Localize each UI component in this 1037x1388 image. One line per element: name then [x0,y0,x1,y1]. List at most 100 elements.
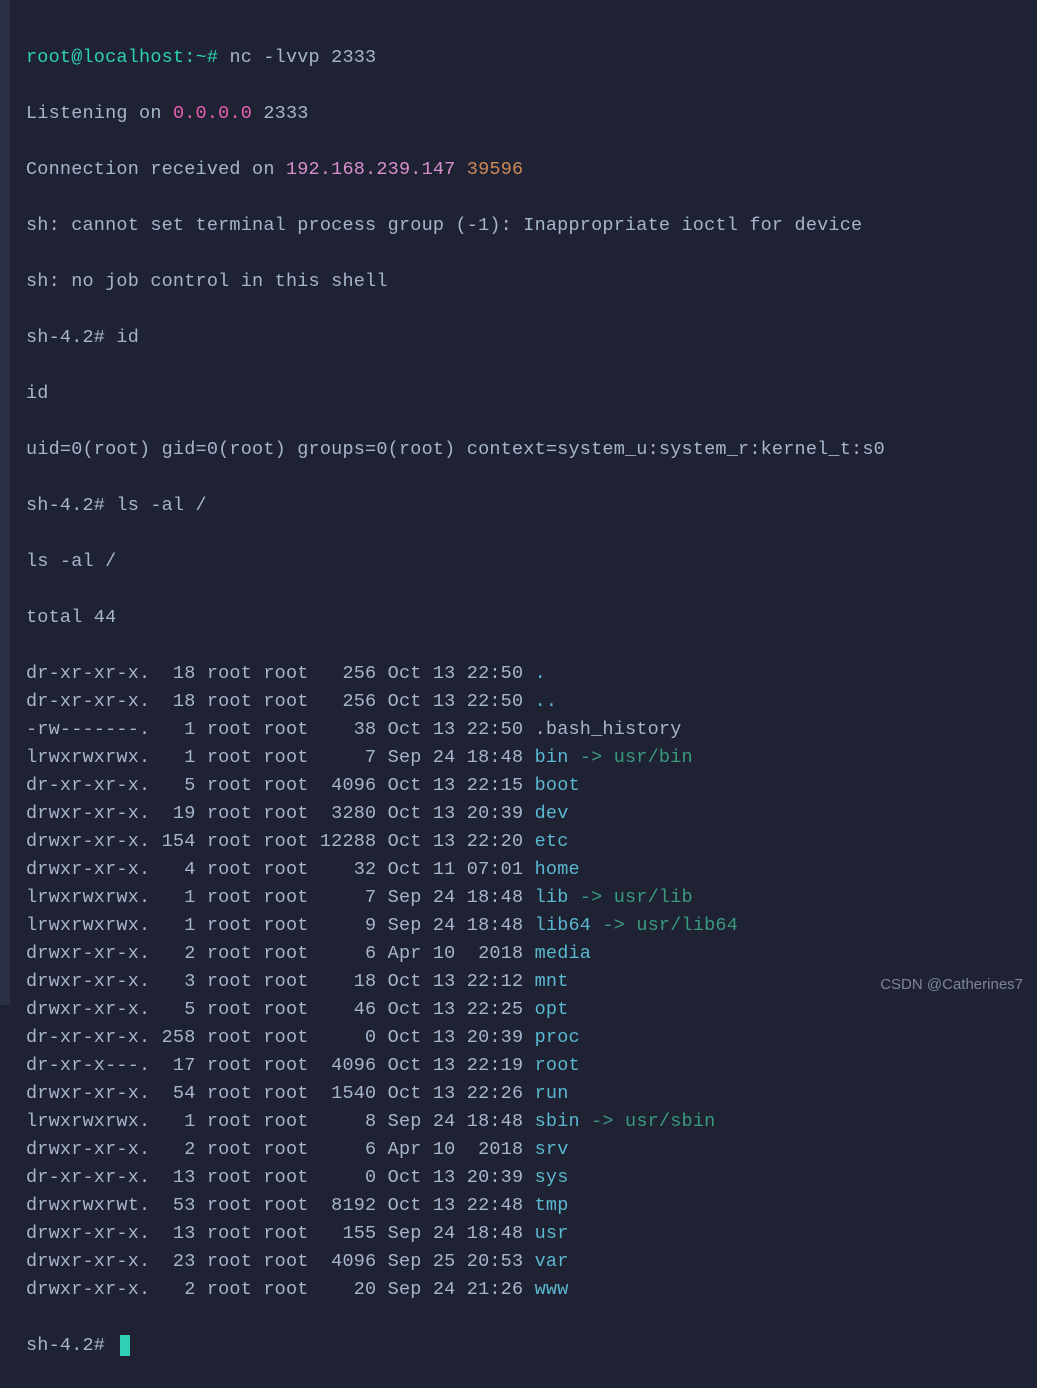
command-text: id [116,327,139,348]
ls-row: dr-xr-xr-x. 18 root root 256 Oct 13 22:5… [26,660,885,688]
ls-meta: drwxr-xr-x. 4 root root 32 Oct 11 07:01 [26,859,535,880]
ls-filename: home [535,859,580,880]
space [455,159,466,180]
ls-row: drwxr-xr-x. 13 root root 155 Sep 24 18:4… [26,1220,885,1248]
ls-meta: drwxr-xr-x. 23 root root 4096 Sep 25 20:… [26,1251,535,1272]
ls-row: dr-xr-xr-x. 13 root root 0 Oct 13 20:39 … [26,1164,885,1192]
shell-prompt: root@localhost:~# [26,47,229,68]
sh-error-line: sh: cannot set terminal process group (-… [26,212,885,240]
sh-error-line: sh: no job control in this shell [26,268,885,296]
symlink-target: -> usr/bin [569,747,693,768]
ls-meta: drwxr-xr-x. 3 root root 18 Oct 13 22:12 [26,971,535,992]
ls-filename: .. [535,691,558,712]
prompt-line: root@localhost:~# nc -lvvp 2333 [26,44,885,72]
symlink-target: -> usr/lib64 [591,915,738,936]
ls-filename: .bash_history [535,719,682,740]
watermark: CSDN @Catherines7 [880,971,1023,999]
ls-filename: opt [535,999,569,1020]
ls-filename: srv [535,1139,569,1160]
ls-meta: dr-xr-xr-x. 258 root root 0 Oct 13 20:39 [26,1027,535,1048]
echo-line: id [26,380,885,408]
ls-row: drwxr-xr-x. 2 root root 6 Apr 10 2018 me… [26,940,885,968]
ls-filename: usr [535,1223,569,1244]
ls-row: drwxr-xr-x. 5 root root 46 Oct 13 22:25 … [26,996,885,1024]
ls-filename: www [535,1279,569,1300]
ls-row: drwxr-xr-x. 2 root root 20 Sep 24 21:26 … [26,1276,885,1304]
ls-meta: drwxr-xr-x. 54 root root 1540 Oct 13 22:… [26,1083,535,1104]
ls-meta: -rw-------. 1 root root 38 Oct 13 22:50 [26,719,535,740]
listen-ip: 0.0.0.0 [173,103,252,124]
terminal-output[interactable]: root@localhost:~# nc -lvvp 2333 Listenin… [26,16,885,1388]
ls-meta: drwxrwxrwt. 53 root root 8192 Oct 13 22:… [26,1195,535,1216]
ls-meta: dr-xr-xr-x. 13 root root 0 Oct 13 20:39 [26,1167,535,1188]
ls-row: lrwxrwxrwx. 1 root root 8 Sep 24 18:48 s… [26,1108,885,1136]
ls-meta: lrwxrwxrwx. 1 root root 7 Sep 24 18:48 [26,747,535,768]
ls-row: drwxr-xr-x. 4 root root 32 Oct 11 07:01 … [26,856,885,884]
ls-row: drwxr-xr-x. 2 root root 6 Apr 10 2018 sr… [26,1136,885,1164]
ls-filename: bin [535,747,569,768]
ls-filename: tmp [535,1195,569,1216]
command-text: ls -al / [116,495,206,516]
ls-filename: var [535,1251,569,1272]
ls-meta: drwxr-xr-x. 154 root root 12288 Oct 13 2… [26,831,535,852]
id-output: uid=0(root) gid=0(root) groups=0(root) c… [26,436,885,464]
ls-filename: . [535,663,546,684]
cursor [120,1335,130,1356]
sh-prompt: sh-4.2# [26,1335,116,1356]
ls-meta: lrwxrwxrwx. 1 root root 7 Sep 24 18:48 [26,887,535,908]
ls-row: dr-xr-xr-x. 5 root root 4096 Oct 13 22:1… [26,772,885,800]
ls-row: dr-xr-xr-x. 258 root root 0 Oct 13 20:39… [26,1024,885,1052]
listening-line: Listening on 0.0.0.0 2333 [26,100,885,128]
text: Connection received on [26,159,286,180]
ls-row: drwxrwxrwt. 53 root root 8192 Oct 13 22:… [26,1192,885,1220]
ls-meta: drwxr-xr-x. 2 root root 6 Apr 10 2018 [26,1139,535,1160]
ls-meta: lrwxrwxrwx. 1 root root 9 Sep 24 18:48 [26,915,535,936]
ls-filename: lib [535,887,569,908]
ls-meta: dr-xr-xr-x. 5 root root 4096 Oct 13 22:1… [26,775,535,796]
ls-meta: drwxr-xr-x. 2 root root 6 Apr 10 2018 [26,943,535,964]
remote-port: 39596 [467,159,524,180]
command-text: nc -lvvp 2333 [229,47,376,68]
ls-filename: boot [535,775,580,796]
listen-port: 2333 [252,103,309,124]
ls-filename: etc [535,831,569,852]
text: Listening on [26,103,173,124]
connection-line: Connection received on 192.168.239.147 3… [26,156,885,184]
ls-listing: dr-xr-xr-x. 18 root root 256 Oct 13 22:5… [26,660,885,1304]
ls-meta: drwxr-xr-x. 2 root root 20 Sep 24 21:26 [26,1279,535,1300]
ls-filename: sys [535,1167,569,1188]
total-line: total 44 [26,604,885,632]
ls-filename: media [535,943,592,964]
prompt-line: sh-4.2# id [26,324,885,352]
symlink-target: -> usr/lib [569,887,693,908]
ls-filename: lib64 [535,915,592,936]
sh-prompt: sh-4.2# [26,495,116,516]
ls-meta: lrwxrwxrwx. 1 root root 8 Sep 24 18:48 [26,1111,535,1132]
ls-row: drwxr-xr-x. 19 root root 3280 Oct 13 20:… [26,800,885,828]
ls-row: lrwxrwxrwx. 1 root root 7 Sep 24 18:48 l… [26,884,885,912]
ls-meta: drwxr-xr-x. 13 root root 155 Sep 24 18:4… [26,1223,535,1244]
ls-row: drwxr-xr-x. 54 root root 1540 Oct 13 22:… [26,1080,885,1108]
sh-prompt: sh-4.2# [26,327,116,348]
ls-row: drwxr-xr-x. 23 root root 4096 Sep 25 20:… [26,1248,885,1276]
echo-line: ls -al / [26,548,885,576]
editor-gutter [0,0,10,1005]
symlink-target: -> usr/sbin [580,1111,716,1132]
remote-ip: 192.168.239.147 [286,159,456,180]
ls-row: drwxr-xr-x. 154 root root 12288 Oct 13 2… [26,828,885,856]
ls-filename: dev [535,803,569,824]
ls-meta: dr-xr-xr-x. 18 root root 256 Oct 13 22:5… [26,663,535,684]
ls-filename: proc [535,1027,580,1048]
ls-row: -rw-------. 1 root root 38 Oct 13 22:50 … [26,716,885,744]
prompt-line: sh-4.2# [26,1332,885,1360]
ls-row: lrwxrwxrwx. 1 root root 7 Sep 24 18:48 b… [26,744,885,772]
ls-meta: dr-xr-xr-x. 18 root root 256 Oct 13 22:5… [26,691,535,712]
ls-meta: drwxr-xr-x. 5 root root 46 Oct 13 22:25 [26,999,535,1020]
ls-row: dr-xr-xr-x. 18 root root 256 Oct 13 22:5… [26,688,885,716]
ls-row: lrwxrwxrwx. 1 root root 9 Sep 24 18:48 l… [26,912,885,940]
ls-filename: run [535,1083,569,1104]
ls-filename: mnt [535,971,569,992]
ls-row: dr-xr-x---. 17 root root 4096 Oct 13 22:… [26,1052,885,1080]
ls-filename: sbin [535,1111,580,1132]
ls-meta: drwxr-xr-x. 19 root root 3280 Oct 13 20:… [26,803,535,824]
